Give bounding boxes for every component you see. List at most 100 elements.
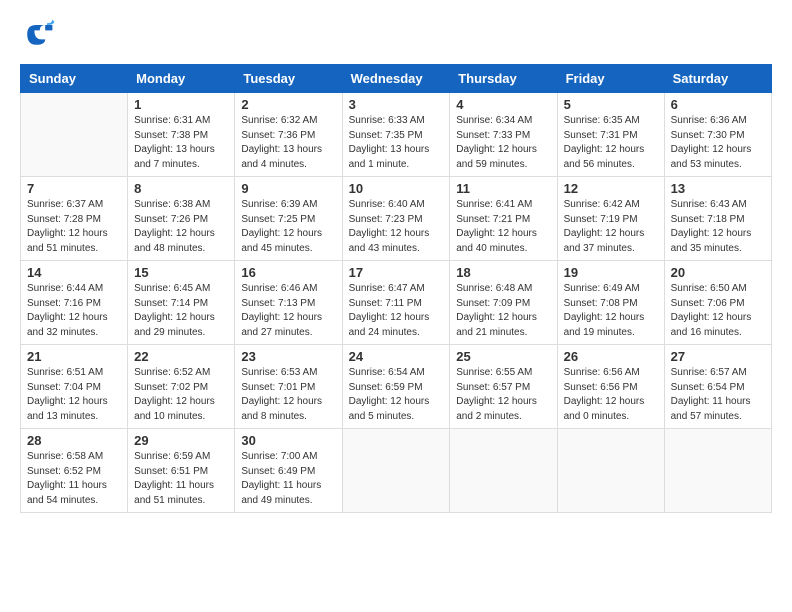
day-info: Sunrise: 6:58 AM Sunset: 6:52 PM Dayligh… [27,450,121,508]
day-number: 3 [349,97,444,112]
day-number: 5 [564,97,658,112]
calendar-cell: 24 Sunrise: 6:54 AM Sunset: 6:59 PM Dayli… [342,345,450,429]
day-info: Sunrise: 6:52 AM Sunset: 7:02 PM Dayligh… [134,366,228,424]
day-info: Sunrise: 6:51 AM Sunset: 7:04 PM Dayligh… [27,366,121,424]
day-info: Sunrise: 6:35 AM Sunset: 7:31 PM Dayligh… [564,114,658,172]
calendar-cell: 18 Sunrise: 6:48 AM Sunset: 7:09 PM Dayli… [450,261,557,345]
day-info: Sunrise: 6:57 AM Sunset: 6:54 PM Dayligh… [671,366,765,424]
day-info: Sunrise: 6:38 AM Sunset: 7:26 PM Dayligh… [134,198,228,256]
day-number: 19 [564,265,658,280]
day-info: Sunrise: 6:33 AM Sunset: 7:35 PM Dayligh… [349,114,444,172]
day-number: 9 [241,181,335,196]
calendar-week-row: 21 Sunrise: 6:51 AM Sunset: 7:04 PM Dayli… [21,345,772,429]
calendar-cell: 9 Sunrise: 6:39 AM Sunset: 7:25 PM Daylig… [235,177,342,261]
calendar-cell [664,429,771,513]
calendar-cell: 27Sunrise: 6:57 AM Sunset: 6:54 PM Dayli… [664,345,771,429]
day-info: Sunrise: 6:47 AM Sunset: 7:11 PM Dayligh… [349,282,444,340]
logo-icon [20,16,56,52]
calendar-week-row: 28 Sunrise: 6:58 AM Sunset: 6:52 PM Dayli… [21,429,772,513]
day-info: Sunrise: 6:54 AM Sunset: 6:59 PM Dayligh… [349,366,444,424]
calendar-cell: 16 Sunrise: 6:46 AM Sunset: 7:13 PM Dayli… [235,261,342,345]
day-number: 16 [241,265,335,280]
calendar-cell: 26 Sunrise: 6:56 AM Sunset: 6:56 PM Dayli… [557,345,664,429]
calendar-cell: 15 Sunrise: 6:45 AM Sunset: 7:14 PM Dayli… [128,261,235,345]
calendar-cell: 7 Sunrise: 6:37 AM Sunset: 7:28 PM Daylig… [21,177,128,261]
day-info: Sunrise: 6:31 AM Sunset: 7:38 PM Dayligh… [134,114,228,172]
day-number: 28 [27,433,121,448]
day-number: 30 [241,433,335,448]
calendar-header-monday: Monday [128,65,235,93]
calendar-cell: 4 Sunrise: 6:34 AM Sunset: 7:33 PM Daylig… [450,93,557,177]
calendar-cell: 20Sunrise: 6:50 AM Sunset: 7:06 PM Dayli… [664,261,771,345]
day-number: 12 [564,181,658,196]
calendar-header-tuesday: Tuesday [235,65,342,93]
calendar-cell: 14 Sunrise: 6:44 AM Sunset: 7:16 PM Dayli… [21,261,128,345]
calendar-cell: 6 Sunrise: 6:36 AM Sunset: 7:30 PM Daylig… [664,93,771,177]
calendar-cell: 28 Sunrise: 6:58 AM Sunset: 6:52 PM Dayli… [21,429,128,513]
day-number: 25 [456,349,550,364]
calendar-cell [450,429,557,513]
calendar-header-friday: Friday [557,65,664,93]
day-info: Sunrise: 6:41 AM Sunset: 7:21 PM Dayligh… [456,198,550,256]
day-number: 13 [671,181,765,196]
calendar-header-row: SundayMondayTuesdayWednesdayThursdayFrid… [21,65,772,93]
day-number: 14 [27,265,121,280]
calendar-header-saturday: Saturday [664,65,771,93]
day-info: Sunrise: 6:36 AM Sunset: 7:30 PM Dayligh… [671,114,765,172]
day-number: 7 [27,181,121,196]
day-info: Sunrise: 6:39 AM Sunset: 7:25 PM Dayligh… [241,198,335,256]
day-info: Sunrise: 6:40 AM Sunset: 7:23 PM Dayligh… [349,198,444,256]
calendar-cell: 19 Sunrise: 6:49 AM Sunset: 7:08 PM Dayli… [557,261,664,345]
day-number: 8 [134,181,228,196]
calendar-cell: 10 Sunrise: 6:40 AM Sunset: 7:23 PM Dayli… [342,177,450,261]
calendar-cell: 11 Sunrise: 6:41 AM Sunset: 7:21 PM Dayli… [450,177,557,261]
day-number: 21 [27,349,121,364]
day-number: 18 [456,265,550,280]
day-number: 4 [456,97,550,112]
calendar-header-wednesday: Wednesday [342,65,450,93]
day-number: 11 [456,181,550,196]
day-info: Sunrise: 6:56 AM Sunset: 6:56 PM Dayligh… [564,366,658,424]
calendar-cell: 30 Sunrise: 7:00 AM Sunset: 6:49 PM Dayli… [235,429,342,513]
day-info: Sunrise: 6:49 AM Sunset: 7:08 PM Dayligh… [564,282,658,340]
calendar-cell: 12 Sunrise: 6:42 AM Sunset: 7:19 PM Dayli… [557,177,664,261]
day-number: 22 [134,349,228,364]
day-info: Sunrise: 6:59 AM Sunset: 6:51 PM Dayligh… [134,450,228,508]
day-number: 6 [671,97,765,112]
day-info: Sunrise: 6:46 AM Sunset: 7:13 PM Dayligh… [241,282,335,340]
calendar-cell: 21 Sunrise: 6:51 AM Sunset: 7:04 PM Dayli… [21,345,128,429]
day-number: 26 [564,349,658,364]
calendar-cell: 17 Sunrise: 6:47 AM Sunset: 7:11 PM Dayli… [342,261,450,345]
calendar-week-row: 1 Sunrise: 6:31 AM Sunset: 7:38 PM Daylig… [21,93,772,177]
calendar-cell: 1 Sunrise: 6:31 AM Sunset: 7:38 PM Daylig… [128,93,235,177]
calendar-week-row: 14 Sunrise: 6:44 AM Sunset: 7:16 PM Dayli… [21,261,772,345]
calendar-table: SundayMondayTuesdayWednesdayThursdayFrid… [20,64,772,513]
day-info: Sunrise: 6:42 AM Sunset: 7:19 PM Dayligh… [564,198,658,256]
calendar-cell: 25Sunrise: 6:55 AM Sunset: 6:57 PM Dayli… [450,345,557,429]
day-number: 24 [349,349,444,364]
day-info: Sunrise: 6:53 AM Sunset: 7:01 PM Dayligh… [241,366,335,424]
day-info: Sunrise: 6:48 AM Sunset: 7:09 PM Dayligh… [456,282,550,340]
calendar-header-sunday: Sunday [21,65,128,93]
day-info: Sunrise: 6:45 AM Sunset: 7:14 PM Dayligh… [134,282,228,340]
calendar-week-row: 7 Sunrise: 6:37 AM Sunset: 7:28 PM Daylig… [21,177,772,261]
day-number: 29 [134,433,228,448]
calendar-cell: 5 Sunrise: 6:35 AM Sunset: 7:31 PM Daylig… [557,93,664,177]
day-info: Sunrise: 6:37 AM Sunset: 7:28 PM Dayligh… [27,198,121,256]
day-info: Sunrise: 6:44 AM Sunset: 7:16 PM Dayligh… [27,282,121,340]
calendar-cell: 13 Sunrise: 6:43 AM Sunset: 7:18 PM Dayli… [664,177,771,261]
logo [20,16,60,52]
day-number: 1 [134,97,228,112]
calendar-cell: 23Sunrise: 6:53 AM Sunset: 7:01 PM Dayli… [235,345,342,429]
day-number: 10 [349,181,444,196]
calendar-cell: 3 Sunrise: 6:33 AM Sunset: 7:35 PM Daylig… [342,93,450,177]
day-number: 15 [134,265,228,280]
day-info: Sunrise: 6:32 AM Sunset: 7:36 PM Dayligh… [241,114,335,172]
day-number: 2 [241,97,335,112]
day-number: 17 [349,265,444,280]
calendar-cell: 29 Sunrise: 6:59 AM Sunset: 6:51 PM Dayli… [128,429,235,513]
calendar-cell [342,429,450,513]
day-info: Sunrise: 7:00 AM Sunset: 6:49 PM Dayligh… [241,450,335,508]
day-info: Sunrise: 6:43 AM Sunset: 7:18 PM Dayligh… [671,198,765,256]
day-info: Sunrise: 6:34 AM Sunset: 7:33 PM Dayligh… [456,114,550,172]
